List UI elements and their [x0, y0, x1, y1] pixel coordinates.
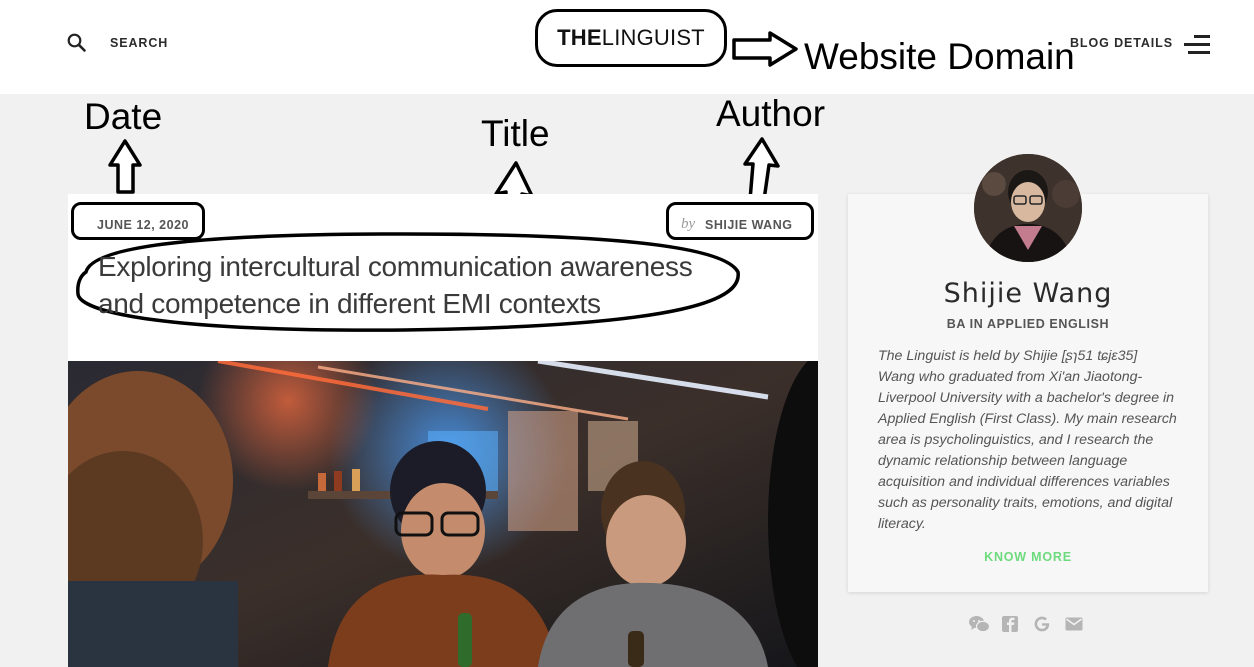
know-more-link[interactable]: KNOW MORE: [848, 550, 1208, 564]
article-title[interactable]: Exploring intercultural communication aw…: [98, 248, 738, 322]
wechat-icon[interactable]: [968, 614, 991, 634]
site-logo[interactable]: THELINGUIST: [535, 9, 727, 67]
article-hero-image: [68, 361, 818, 667]
author-avatar: [974, 154, 1082, 262]
article-author[interactable]: SHIJIE WANG: [705, 218, 792, 232]
date-arrow-icon: [108, 139, 142, 194]
author-card-name: Shijie Wang: [943, 278, 1113, 309]
menu-icon[interactable]: [1184, 35, 1210, 55]
annotation-title: Title: [481, 113, 550, 154]
author-arrow-icon: [743, 137, 780, 202]
annotation-date: Date: [84, 96, 163, 137]
author-card-bio: The Linguist is held by Shijie [ʂɿ51 tɕj…: [878, 348, 1177, 532]
logo-bold-text: THE: [557, 25, 602, 50]
search-button[interactable]: SEARCH: [110, 36, 168, 50]
author-by-label: by: [681, 216, 696, 232]
facebook-icon[interactable]: [1000, 614, 1020, 634]
author-card-subtitle: BA IN APPLIED ENGLISH: [946, 317, 1110, 331]
annotation-website-domain: Website Domain: [804, 36, 1075, 77]
domain-arrow-icon: [732, 31, 798, 67]
blog-details-link[interactable]: BLOG DETAILS: [1070, 36, 1173, 50]
google-icon[interactable]: [1032, 614, 1052, 634]
logo-rest-text: LINGUIST: [601, 25, 705, 50]
email-icon[interactable]: [1064, 614, 1084, 634]
article-date: JUNE 12, 2020: [97, 218, 189, 232]
social-links: [968, 614, 1084, 634]
search-icon[interactable]: [66, 32, 88, 54]
annotation-author: Author: [716, 93, 826, 134]
